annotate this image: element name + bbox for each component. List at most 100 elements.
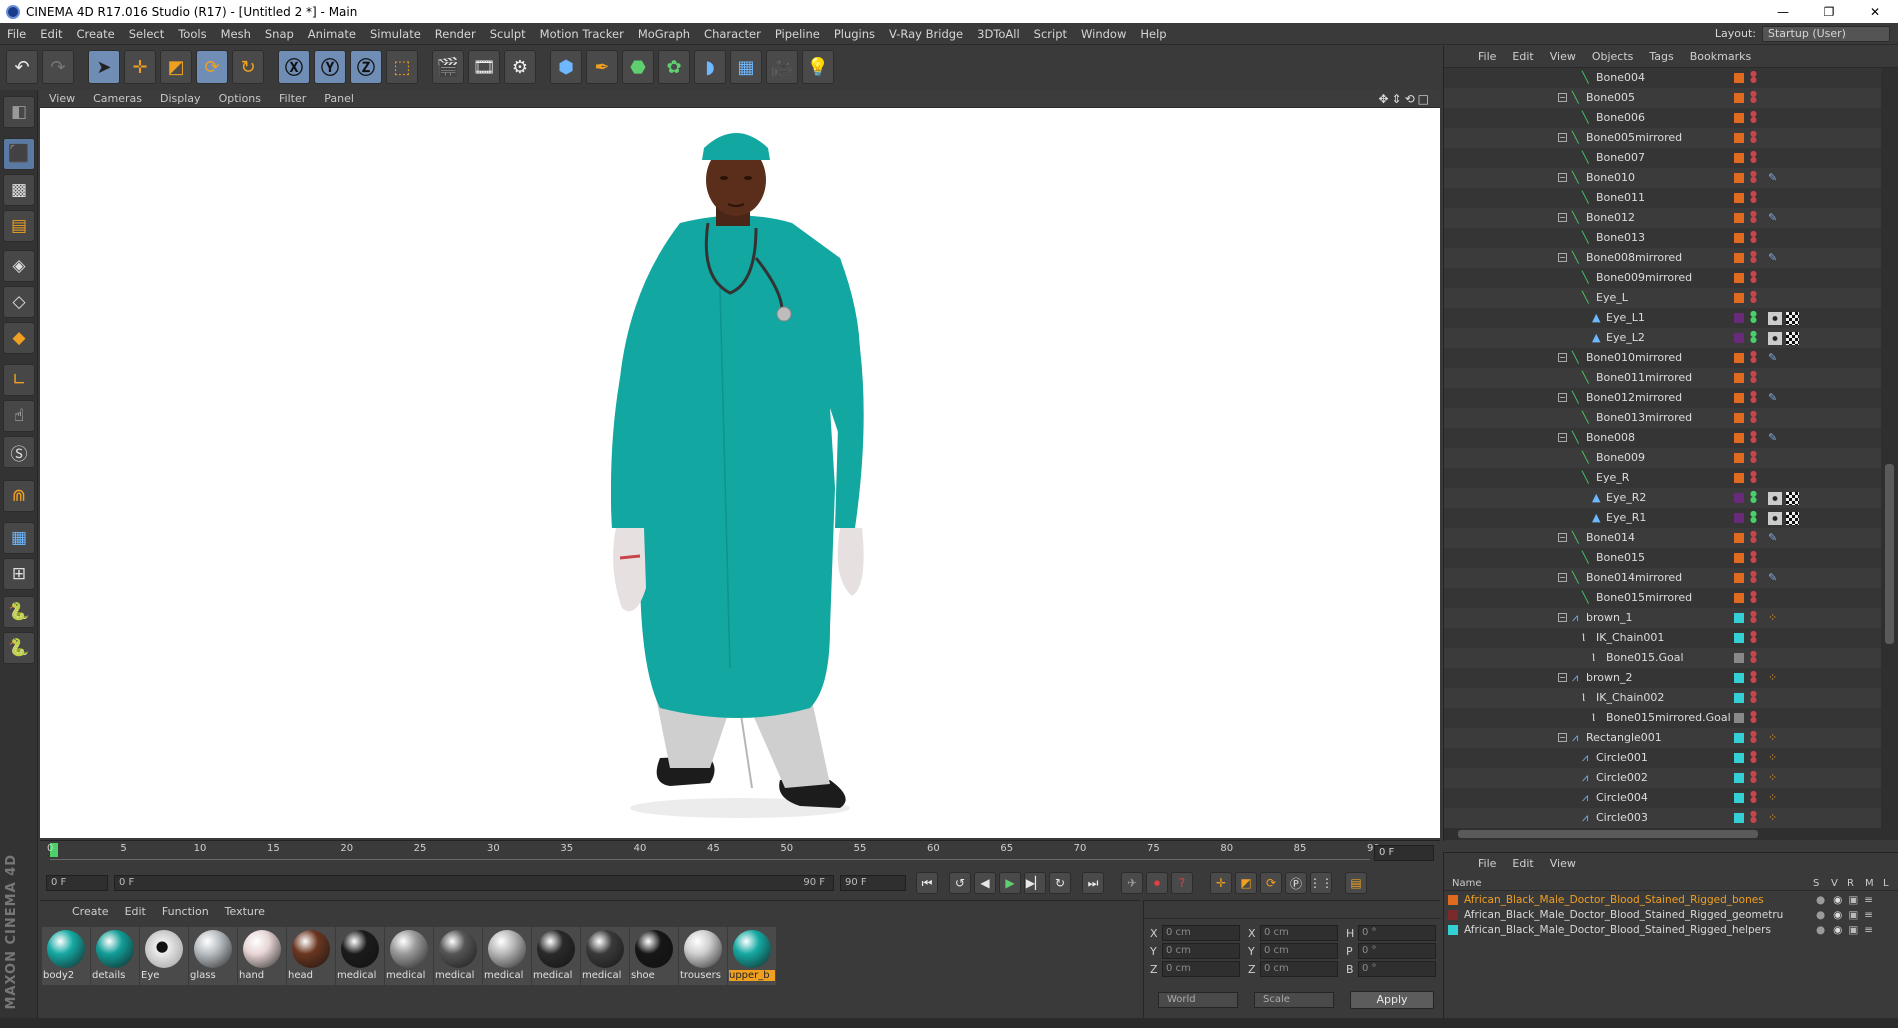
cloner-icon[interactable]: ✿ xyxy=(658,50,690,84)
workplane-lock-icon[interactable]: ▦ xyxy=(3,522,35,554)
layer-row[interactable]: African_Black_Male_Doctor_Blood_Stained_… xyxy=(1448,908,1873,922)
visibility-dots-icon[interactable]: ● ● xyxy=(1750,630,1757,644)
layer-menu-view[interactable]: View xyxy=(1542,857,1584,870)
scale-icon[interactable]: ◩ xyxy=(160,50,192,84)
menu-plugins[interactable]: Plugins xyxy=(827,27,882,41)
texture-tag-icon[interactable] xyxy=(1786,332,1799,345)
object-menu-objects[interactable]: Objects xyxy=(1584,50,1642,63)
key-pla-icon[interactable]: ⋮⋮ xyxy=(1309,872,1333,894)
layer-color-tag[interactable] xyxy=(1734,273,1744,283)
axis-x-icon[interactable]: Ⓧ xyxy=(278,50,310,84)
object-name[interactable]: Eye_L1 xyxy=(1606,311,1645,324)
axis-z-icon[interactable]: Ⓩ xyxy=(350,50,382,84)
hscroll-thumb[interactable] xyxy=(1458,830,1758,838)
layer-manager-icon[interactable]: ≡ xyxy=(1864,894,1873,906)
layer-color-tag[interactable] xyxy=(1734,433,1744,443)
material-swatch[interactable]: medical xyxy=(532,927,580,985)
layer-color-tag[interactable] xyxy=(1734,493,1744,503)
layer-name[interactable]: African_Black_Male_Doctor_Blood_Stained_… xyxy=(1464,924,1804,936)
menu-render[interactable]: Render xyxy=(428,27,483,41)
layer-menu-edit[interactable]: Edit xyxy=(1504,857,1541,870)
object-name[interactable]: Bone006 xyxy=(1596,111,1645,124)
visibility-dots-icon[interactable]: ● ● xyxy=(1750,610,1757,624)
layer-color-tag[interactable] xyxy=(1734,813,1744,823)
material-swatch[interactable]: head xyxy=(287,927,335,985)
object-name[interactable]: Circle002 xyxy=(1596,771,1648,784)
menu-edit[interactable]: Edit xyxy=(33,27,69,41)
material-swatch[interactable]: upper_b xyxy=(728,927,776,985)
layer-color-tag[interactable] xyxy=(1734,453,1744,463)
rotate-last-icon[interactable]: ↻ xyxy=(232,50,264,84)
expand-toggle-icon[interactable]: − xyxy=(1558,353,1567,362)
visibility-dots-icon[interactable]: ● ● xyxy=(1750,130,1757,144)
scale-dropdown[interactable]: Scale xyxy=(1254,992,1334,1008)
object-name[interactable]: Bone004 xyxy=(1596,71,1645,84)
key-scale-icon[interactable]: ◩ xyxy=(1235,872,1257,894)
object-menu-tags[interactable]: Tags xyxy=(1641,50,1681,63)
frame-range-slider[interactable]: 0 F 90 F xyxy=(114,875,834,891)
layer-color-tag[interactable] xyxy=(1734,213,1744,223)
object-name[interactable]: Bone007 xyxy=(1596,151,1645,164)
visibility-dots-icon[interactable]: ● ● xyxy=(1750,470,1757,484)
object-name[interactable]: Bone012mirrored xyxy=(1586,391,1682,404)
object-name[interactable]: Bone010 xyxy=(1586,171,1635,184)
layer-row[interactable]: African_Black_Male_Doctor_Blood_Stained_… xyxy=(1448,923,1873,937)
object-name[interactable]: IK_Chain002 xyxy=(1596,691,1664,704)
ik-tag-icon[interactable]: ✎ xyxy=(1768,571,1777,584)
object-row[interactable]: − ⩘ Rectangle001 ● ● ⁘ xyxy=(1444,728,1881,748)
coord-value-field[interactable]: 0 cm xyxy=(1162,943,1240,959)
layer-color-tag[interactable] xyxy=(1734,293,1744,303)
object-name[interactable]: Bone012 xyxy=(1586,211,1635,224)
object-name[interactable]: Bone011mirrored xyxy=(1596,371,1692,384)
layer-color-tag[interactable] xyxy=(1734,393,1744,403)
object-name[interactable]: Eye_R1 xyxy=(1606,511,1646,524)
material-menu-function[interactable]: Function xyxy=(154,905,217,918)
visibility-dots-icon[interactable]: ● ● xyxy=(1750,70,1757,84)
visibility-dots-icon[interactable]: ● ● xyxy=(1750,270,1757,284)
object-row[interactable]: − ⩘ brown_2 ● ● ⁘ xyxy=(1444,668,1881,688)
layer-color-tag[interactable] xyxy=(1734,693,1744,703)
coord-value-field[interactable]: 0 cm xyxy=(1260,925,1338,941)
point-tag-icon[interactable]: ⁘ xyxy=(1768,791,1777,804)
3d-viewport[interactable] xyxy=(40,108,1440,838)
object-row[interactable]: − ╲ Bone005 ● ● xyxy=(1444,88,1881,108)
object-row[interactable]: − ╲ Bone012 ● ● ✎ xyxy=(1444,208,1881,228)
coord-value-field[interactable]: 0 ° xyxy=(1358,925,1436,941)
subdivision-icon[interactable]: ⬣ xyxy=(622,50,654,84)
coord-value-field[interactable]: 0 cm xyxy=(1260,943,1338,959)
object-row[interactable]: ⩘ Circle001 ● ● ⁘ xyxy=(1444,748,1881,768)
layer-color-tag[interactable] xyxy=(1734,333,1744,343)
coord-value-field[interactable]: 0 ° xyxy=(1358,943,1436,959)
expand-toggle-icon[interactable]: − xyxy=(1558,613,1567,622)
menu-select[interactable]: Select xyxy=(122,27,171,41)
layer-render-icon[interactable]: ▣ xyxy=(1848,924,1858,936)
object-row[interactable]: − ⩘ brown_1 ● ● ⁘ xyxy=(1444,608,1881,628)
object-row[interactable]: − ╲ Bone014 ● ● ✎ xyxy=(1444,528,1881,548)
autokey-icon[interactable]: ? xyxy=(1171,872,1193,894)
object-name[interactable]: brown_2 xyxy=(1586,671,1632,684)
object-row[interactable]: − ╲ Bone008mirrored ● ● ✎ xyxy=(1444,248,1881,268)
material-swatch[interactable]: medical xyxy=(336,927,384,985)
prev-key-icon[interactable]: ↺ xyxy=(949,872,971,894)
layer-solo-dot-icon[interactable]: ● xyxy=(1816,894,1825,906)
ik-tag-icon[interactable]: ✎ xyxy=(1768,171,1777,184)
redo-icon[interactable]: ↷ xyxy=(42,50,74,84)
texture-tag-icon[interactable] xyxy=(1786,512,1799,525)
expand-toggle-icon[interactable]: − xyxy=(1558,533,1567,542)
layer-color-tag[interactable] xyxy=(1734,133,1744,143)
record-icon[interactable]: ⏺ xyxy=(1146,872,1168,894)
visibility-dots-icon[interactable]: ● ● xyxy=(1750,150,1757,164)
prev-frame-icon[interactable]: ◀ xyxy=(974,872,996,894)
material-menu-edit[interactable]: Edit xyxy=(117,905,154,918)
visibility-dots-icon[interactable]: ● ● xyxy=(1750,170,1757,184)
object-row[interactable]: Ⲓ Bone015.Goal ● ● xyxy=(1444,648,1881,668)
goto-end-icon[interactable]: ⏭ xyxy=(1082,872,1104,894)
key-rotate-icon[interactable]: ⟳ xyxy=(1260,872,1282,894)
object-tree-scrollbar[interactable] xyxy=(1881,68,1898,828)
layer-color-tag[interactable] xyxy=(1734,613,1744,623)
layer-color-tag[interactable] xyxy=(1734,773,1744,783)
start-frame-field[interactable]: 0 F xyxy=(46,875,108,891)
object-name[interactable]: Bone008 xyxy=(1586,431,1635,444)
object-row[interactable]: ⩘ Circle002 ● ● ⁘ xyxy=(1444,768,1881,788)
object-name[interactable]: Bone014 xyxy=(1586,531,1635,544)
